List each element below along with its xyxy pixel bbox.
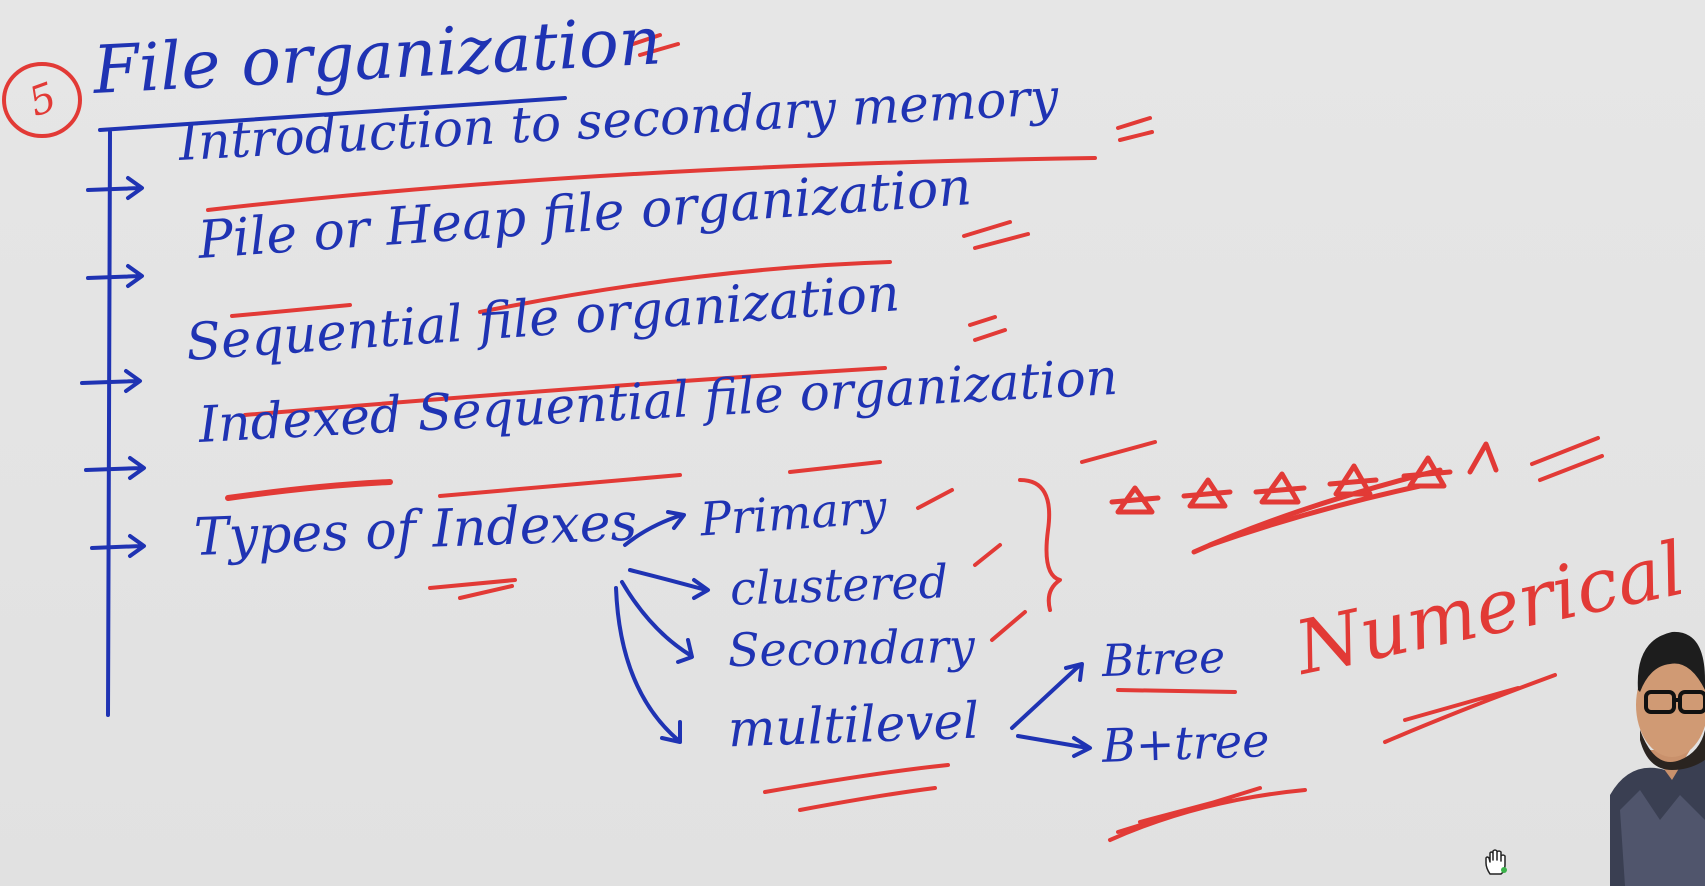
bracket-line	[106, 130, 112, 717]
index-type-multilevel: multilevel	[727, 691, 981, 759]
branch-arrow-multilevel	[614, 586, 682, 744]
branch-arrow-clustered	[628, 568, 710, 600]
branch-arrow-btree	[1010, 662, 1084, 730]
hand-cursor-icon	[1485, 849, 1507, 875]
whiteboard: 5 File organization Introduction to seco…	[0, 0, 1705, 886]
multilevel-underline	[763, 763, 950, 812]
branch-arrow-bplustree	[1016, 734, 1092, 758]
tick-mark	[973, 543, 1002, 567]
topic-arrow	[86, 176, 144, 200]
topic-underline-4d	[1080, 440, 1157, 464]
bplustree-label: B+tree	[1101, 713, 1271, 773]
bplustree-underline	[1108, 786, 1307, 842]
presenter-video	[1610, 631, 1705, 886]
index-type-primary: Primary	[698, 479, 889, 547]
index-brace	[1018, 478, 1062, 612]
tick-mark	[990, 610, 1027, 642]
topic-arrow	[90, 534, 146, 558]
double-mark	[962, 220, 1030, 250]
topic-underline-4c	[788, 460, 882, 474]
double-mark	[1530, 436, 1604, 482]
topic-underline-4a	[225, 479, 393, 501]
topic-item-5: Types of Indexes	[193, 492, 639, 568]
topic-underline-4b	[438, 473, 682, 498]
numerical-underline	[1383, 673, 1557, 744]
index-type-secondary: Secondary	[727, 618, 976, 678]
branch-arrow-secondary	[620, 580, 694, 664]
btree-label: Btree	[1101, 631, 1226, 688]
topic-underline-5	[428, 578, 517, 600]
topic-arrow	[86, 264, 144, 288]
tick-mark	[916, 488, 954, 510]
double-mark	[968, 315, 1007, 342]
double-mark	[1116, 116, 1154, 142]
btree-underline	[1116, 688, 1237, 694]
emphasis-stars	[1109, 441, 1499, 555]
topic-arrow	[84, 456, 146, 480]
index-type-clustered: clustered	[729, 554, 949, 616]
